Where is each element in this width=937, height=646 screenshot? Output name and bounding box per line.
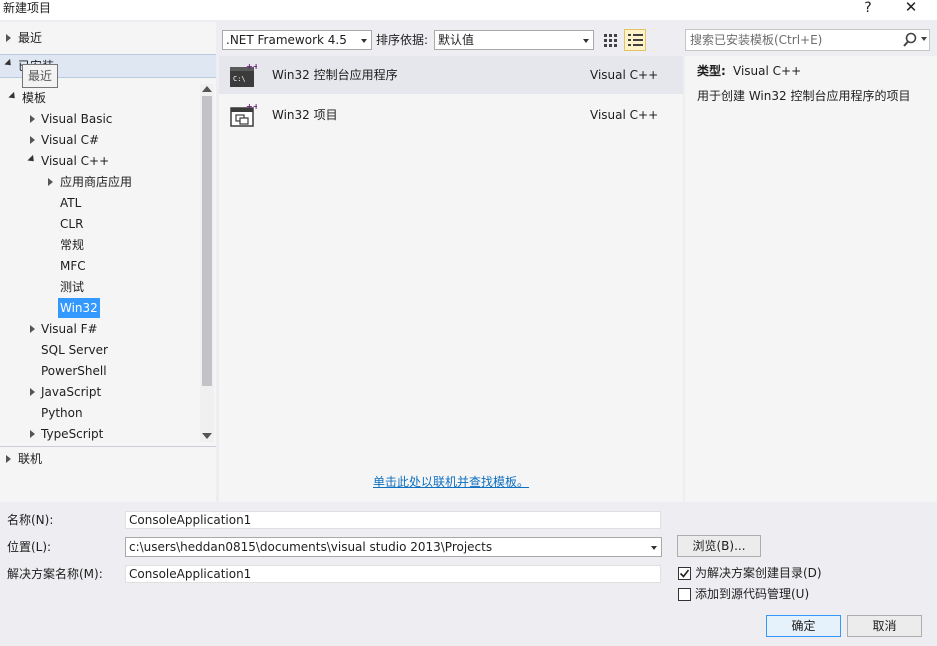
tree-node-label: Visual F# bbox=[41, 322, 98, 336]
expand-arrow-icon[interactable] bbox=[30, 115, 35, 123]
expand-arrow-icon[interactable] bbox=[48, 178, 53, 186]
create-directory-checkbox[interactable] bbox=[678, 567, 691, 580]
tree-node-visual-cpp[interactable]: Visual C++ bbox=[0, 151, 200, 171]
tree-node-label: TypeScript bbox=[41, 427, 104, 441]
chevron-down-icon bbox=[361, 39, 367, 43]
tree-node-label: 最近 bbox=[18, 31, 43, 45]
tree-node-label: Visual C# bbox=[41, 133, 100, 147]
tree-node-powershell[interactable]: PowerShell bbox=[41, 361, 107, 381]
tree-node-visual-basic[interactable]: Visual Basic bbox=[0, 109, 200, 129]
online-templates-link[interactable]: 单击此处以联机并查找模板。 bbox=[373, 474, 529, 490]
name-label: 名称(N): bbox=[7, 513, 54, 527]
template-name: Win32 控制台应用程序 bbox=[272, 68, 398, 82]
expand-arrow-icon[interactable] bbox=[30, 136, 35, 144]
template-tree[interactable]: Visual Basic Visual C# Visual C++ 应用商店应用… bbox=[0, 86, 200, 442]
tree-node-label: Visual Basic bbox=[41, 112, 113, 126]
expand-arrow-icon[interactable] bbox=[30, 388, 35, 396]
type-label: 类型: bbox=[697, 64, 726, 78]
scrollbar-thumb[interactable] bbox=[202, 96, 212, 386]
add-source-control-checkbox[interactable] bbox=[678, 588, 691, 601]
console-app-icon: C:\ ++ bbox=[230, 62, 257, 87]
search-icon[interactable] bbox=[902, 32, 927, 48]
solution-name-label: 解决方案名称(M): bbox=[7, 567, 103, 581]
grid-view-icon bbox=[604, 34, 617, 47]
solution-name-input[interactable]: ConsoleApplication1 bbox=[125, 565, 661, 583]
framework-dropdown[interactable]: .NET Framework 4.5 bbox=[222, 30, 372, 50]
tree-node-win32[interactable]: Win32 bbox=[58, 298, 100, 318]
tree-node-visual-csharp[interactable]: Visual C# bbox=[0, 130, 200, 150]
type-value: Visual C++ bbox=[733, 64, 802, 78]
location-value: c:\users\heddan0815\documents\visual stu… bbox=[129, 540, 493, 554]
location-label: 位置(L): bbox=[7, 540, 52, 554]
win32-project-icon: ++ bbox=[230, 102, 257, 127]
tooltip: 最近 bbox=[22, 64, 59, 88]
expand-arrow-icon[interactable] bbox=[30, 325, 35, 333]
sort-dropdown[interactable]: 默认值 bbox=[434, 30, 594, 50]
title-bar bbox=[0, 0, 937, 20]
close-icon: ✕ bbox=[904, 0, 918, 16]
svg-text:C:\: C:\ bbox=[233, 75, 246, 83]
close-button[interactable]: ✕ bbox=[898, 0, 924, 16]
browse-button[interactable]: 浏览(B)... bbox=[677, 535, 761, 557]
name-input[interactable]: ConsoleApplication1 bbox=[125, 511, 661, 529]
create-directory-label: 为解决方案创建目录(D) bbox=[695, 566, 822, 580]
chevron-down-icon bbox=[583, 39, 589, 43]
template-name: Win32 项目 bbox=[272, 108, 338, 122]
tree-node-atl[interactable]: ATL bbox=[60, 193, 81, 213]
tree-node-javascript[interactable]: JavaScript bbox=[0, 382, 200, 402]
expand-arrow-icon[interactable] bbox=[6, 455, 11, 463]
sort-value: 默认值 bbox=[438, 33, 475, 47]
add-source-control-label: 添加到源代码管理(U) bbox=[695, 587, 810, 601]
list-view-button[interactable] bbox=[624, 29, 646, 51]
tree-node-recent[interactable]: 最近 bbox=[0, 28, 216, 48]
tree-node-label: 应用商店应用 bbox=[60, 175, 133, 189]
collapse-arrow-icon[interactable] bbox=[4, 58, 14, 69]
tree-node-test[interactable]: 测试 bbox=[60, 277, 84, 297]
tree-node-typescript[interactable]: TypeScript bbox=[0, 424, 200, 442]
list-view-icon bbox=[628, 34, 643, 46]
dialog-title: 新建项目 bbox=[3, 1, 52, 15]
scroll-up-icon[interactable] bbox=[202, 86, 212, 92]
tree-node-label: JavaScript bbox=[41, 385, 102, 399]
expand-arrow-icon[interactable] bbox=[30, 430, 35, 438]
tree-node-online[interactable]: 联机 bbox=[0, 446, 216, 470]
tree-node-clr[interactable]: CLR bbox=[60, 214, 83, 234]
template-list[interactable]: C:\ ++ Win32 控制台应用程序 Visual C++ ++ Win32… bbox=[219, 56, 683, 502]
search-input[interactable]: 搜索已安装模板(Ctrl+E) bbox=[685, 29, 930, 51]
help-button[interactable]: ? bbox=[858, 0, 878, 16]
ok-button[interactable]: 确定 bbox=[766, 615, 841, 637]
sort-label: 排序依据: bbox=[376, 33, 429, 47]
cancel-button[interactable]: 取消 bbox=[847, 615, 922, 637]
tree-node-python[interactable]: Python bbox=[41, 403, 83, 423]
details-panel bbox=[685, 56, 937, 502]
template-row-console[interactable]: C:\ ++ Win32 控制台应用程序 Visual C++ bbox=[219, 56, 683, 94]
template-language: Visual C++ bbox=[590, 68, 659, 82]
tree-node-mfc[interactable]: MFC bbox=[60, 256, 86, 276]
tree-node-label: Visual C++ bbox=[41, 154, 110, 168]
location-dropdown[interactable]: c:\users\heddan0815\documents\visual stu… bbox=[125, 537, 662, 557]
scroll-down-icon[interactable] bbox=[202, 433, 212, 439]
svg-text:++: ++ bbox=[246, 62, 257, 71]
svg-text:++: ++ bbox=[246, 102, 257, 111]
expand-arrow-icon[interactable] bbox=[6, 34, 11, 42]
tree-node-label: 联机 bbox=[18, 452, 43, 466]
framework-value: .NET Framework 4.5 bbox=[226, 33, 347, 47]
check-icon bbox=[679, 569, 690, 578]
tree-node-visual-fsharp[interactable]: Visual F# bbox=[0, 319, 200, 339]
grid-view-button[interactable] bbox=[600, 30, 620, 50]
chevron-down-icon bbox=[651, 546, 657, 550]
tree-node-sql-server[interactable]: SQL Server bbox=[41, 340, 108, 360]
collapse-arrow-icon[interactable] bbox=[27, 154, 37, 165]
template-row-win32-project[interactable]: ++ Win32 项目 Visual C++ bbox=[219, 96, 683, 134]
template-language: Visual C++ bbox=[590, 108, 659, 122]
template-description: 用于创建 Win32 控制台应用程序的项目 bbox=[697, 89, 911, 103]
tree-node-store-apps[interactable]: 应用商店应用 bbox=[0, 172, 200, 192]
tree-node-general[interactable]: 常规 bbox=[60, 235, 84, 255]
